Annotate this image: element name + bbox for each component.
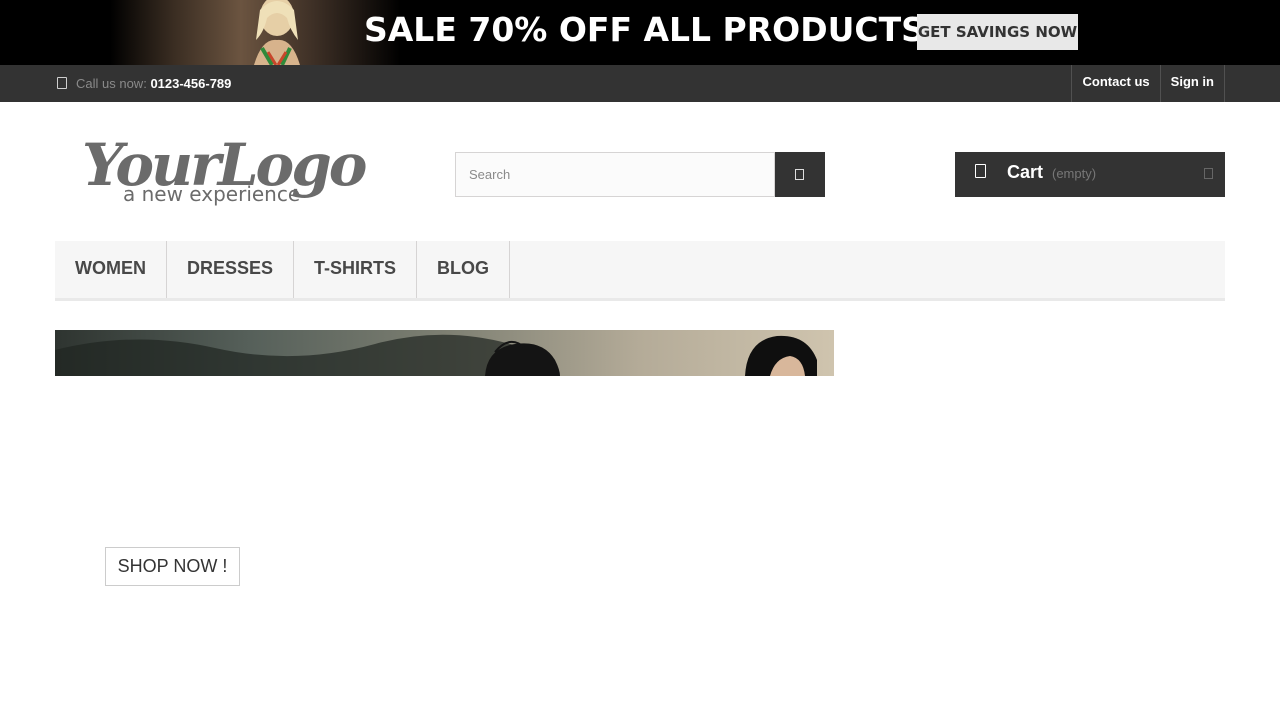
cart-label: Cart (1007, 162, 1044, 182)
promo-headline: SALE 70% OFF ALL PRODUCTS (364, 10, 925, 49)
contact-us-link[interactable]: Contact us (1072, 65, 1161, 102)
slider-image (55, 330, 834, 376)
promo-banner[interactable]: SALE 70% OFF ALL PRODUCTS GET SAVINGS NO… (0, 0, 1280, 65)
phone-prefix: Call us now: (76, 76, 147, 91)
get-savings-button[interactable]: GET SAVINGS NOW (917, 14, 1078, 50)
svg-text:a new experience: a new experience (123, 182, 300, 206)
shopping-cart-icon (975, 164, 986, 178)
search-button[interactable] (775, 152, 825, 197)
phone-icon (57, 77, 67, 89)
search-form (455, 152, 825, 197)
phone-number: 0123-456-789 (150, 76, 232, 91)
menu-item-women[interactable]: WOMEN (55, 241, 167, 298)
top-links: Contact us Sign in (1071, 65, 1225, 102)
menu-item-t-shirts[interactable]: T-SHIRTS (294, 241, 418, 298)
main-menu: WOMEN DRESSES T-SHIRTS BLOG (55, 241, 1225, 301)
sign-in-link[interactable]: Sign in (1161, 65, 1225, 102)
top-bar: Call us now: 0123-456-789 Contact us Sig… (0, 65, 1280, 102)
chevron-down-icon (1204, 168, 1213, 179)
shop-now-button[interactable]: SHOP NOW ! (105, 547, 240, 586)
search-input[interactable] (455, 152, 775, 197)
cart-button[interactable]: Cart (empty) (955, 152, 1225, 197)
cart-status: (empty) (1052, 166, 1097, 181)
phone-info: Call us now: 0123-456-789 (57, 65, 231, 102)
search-icon (795, 169, 804, 180)
promo-model-figure (254, 0, 300, 65)
menu-item-blog[interactable]: BLOG (417, 241, 511, 298)
site-logo[interactable]: YourLogo a new experience (80, 125, 370, 210)
menu-item-dresses[interactable]: DRESSES (167, 241, 295, 298)
